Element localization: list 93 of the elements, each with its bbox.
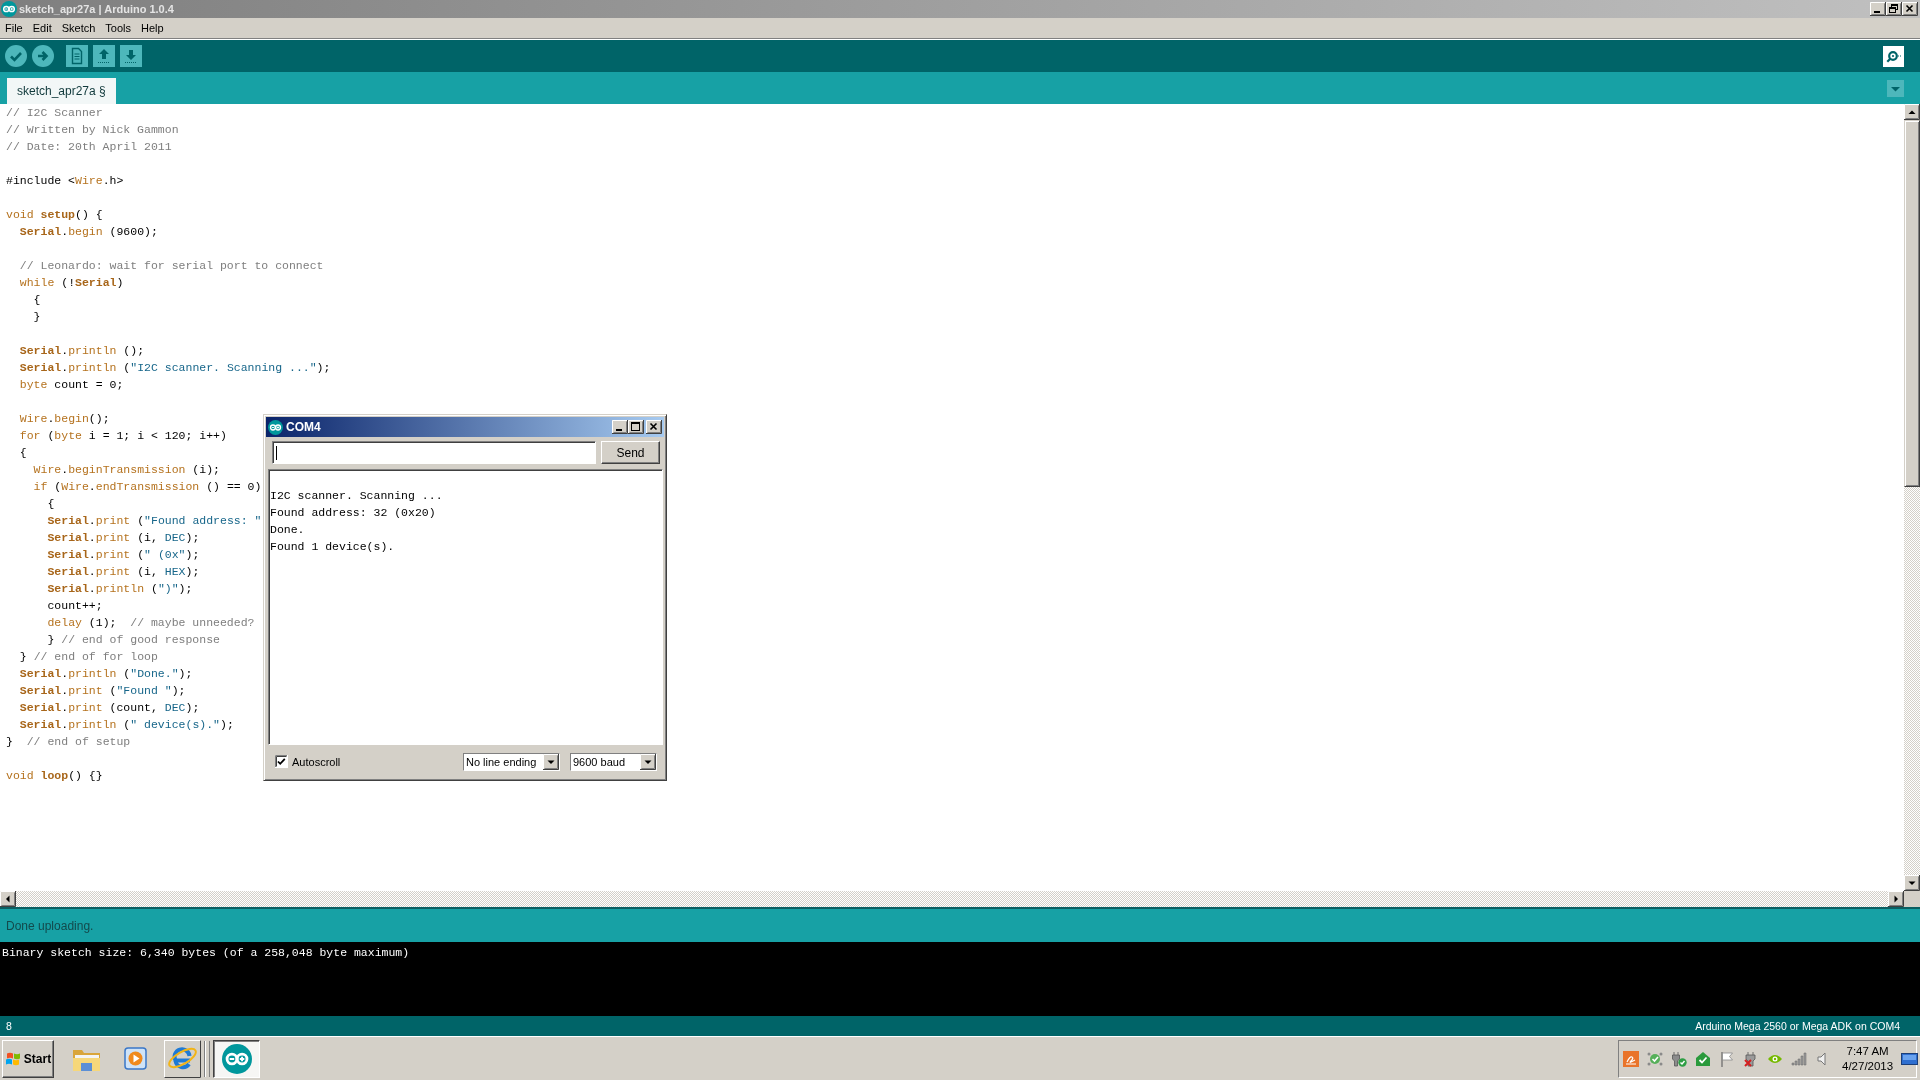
code-line: if (Wire.endTransmission () == 0) xyxy=(33,479,262,495)
code-line: count++; xyxy=(47,598,103,614)
clock-time[interactable]: 7:47 AM xyxy=(1846,1043,1889,1059)
code-line: { xyxy=(19,445,27,461)
line-number: 8 xyxy=(6,1020,12,1032)
scrollbar-thumb[interactable] xyxy=(1904,120,1920,487)
code-line: { xyxy=(33,292,41,308)
clock-date[interactable]: 4/27/2013 xyxy=(1842,1058,1894,1074)
infinity-logo-icon xyxy=(221,1043,252,1074)
window-title: COM4 xyxy=(286,420,321,434)
code-line: } xyxy=(33,309,41,325)
autoscroll-checkbox[interactable]: Autoscroll xyxy=(275,755,341,768)
close-icon[interactable] xyxy=(646,420,662,434)
dropdown-arrow-icon[interactable] xyxy=(640,753,656,770)
infinity-logo-icon xyxy=(1,1,17,17)
menu-item[interactable]: Tools xyxy=(100,20,137,36)
code-line: } // end of setup xyxy=(6,734,131,750)
scroll-right-icon[interactable] xyxy=(1888,891,1904,907)
plug-check-icon[interactable] xyxy=(1671,1050,1687,1067)
message-input[interactable] xyxy=(272,441,596,464)
line-ending-dropdown[interactable]: No line ending xyxy=(463,752,560,771)
network-check-icon[interactable] xyxy=(1647,1050,1663,1067)
code-line: // Date: 20th April 2011 xyxy=(6,139,172,155)
menu-item[interactable]: Help xyxy=(136,20,169,36)
code-line: Serial.print ("Found "); xyxy=(19,683,186,699)
sketch-tab[interactable]: sketch_apr27a § xyxy=(7,78,116,104)
code-line: { xyxy=(47,496,55,512)
send-button[interactable]: Send xyxy=(601,441,660,464)
code-line: Serial.print (i, HEX); xyxy=(47,564,200,580)
status-message: Done uploading. xyxy=(6,918,94,933)
serial-output-line: I2C scanner. Scanning ... xyxy=(270,488,443,504)
letter-e-icon[interactable] xyxy=(164,1039,201,1078)
menu-item[interactable]: Edit xyxy=(27,20,57,36)
check-circle-icon[interactable] xyxy=(5,45,27,67)
menu-item[interactable]: File xyxy=(0,20,28,36)
scroll-left-icon[interactable] xyxy=(0,891,16,907)
restore-icon[interactable] xyxy=(1886,2,1902,16)
right-arrow-circle-icon[interactable] xyxy=(32,45,54,67)
menu-item[interactable]: Sketch xyxy=(56,20,101,36)
document-icon[interactable] xyxy=(66,45,88,67)
board-info: Arduino Mega 2560 or Mega ADK on COM4 xyxy=(1695,1020,1900,1032)
code-line: // I2C Scanner xyxy=(6,105,103,121)
flag-icon[interactable] xyxy=(1719,1050,1735,1067)
code-line: #include <Wire.h> xyxy=(6,173,124,189)
code-line: Serial.println (); xyxy=(19,343,145,359)
code-line: } // end of for loop xyxy=(19,649,158,665)
infinity-logo-icon xyxy=(268,419,283,435)
code-line: delay (1); // maybe unneeded? xyxy=(47,615,255,631)
code-line: // Written by Nick Gammon xyxy=(6,122,179,138)
serial-output-line: Found 1 device(s). xyxy=(270,539,395,555)
code-line: void loop() {} xyxy=(6,768,103,784)
app-tile-icon[interactable] xyxy=(1623,1050,1639,1067)
code-line: Serial.print (i, DEC); xyxy=(47,530,200,546)
code-line: Serial.println ("Done."); xyxy=(19,666,193,682)
tick-box-icon[interactable] xyxy=(275,755,288,768)
code-line: while (!Serial) xyxy=(19,275,124,291)
taskbar-button[interactable] xyxy=(213,1039,260,1078)
maximize-icon[interactable] xyxy=(628,420,644,434)
code-line: for (byte i = 1; i < 120; i++) xyxy=(19,428,227,444)
code-line: Serial.println ("I2C scanner. Scanning ..."); xyxy=(19,360,331,376)
code-line: byte count = 0; xyxy=(19,377,124,393)
dropdown-arrow-icon[interactable] xyxy=(543,753,559,770)
minimize-icon[interactable] xyxy=(612,420,628,434)
plug-x-icon[interactable] xyxy=(1743,1050,1759,1067)
minimize-icon[interactable] xyxy=(1870,2,1886,16)
flag-icon xyxy=(4,1050,23,1067)
start-button[interactable]: Start xyxy=(2,1039,54,1078)
code-line: Serial.print (count, DEC); xyxy=(19,700,200,716)
code-line: Wire.beginTransmission (i); xyxy=(33,462,220,478)
code-line: Wire.begin(); xyxy=(19,411,110,427)
code-line: Serial.println (")"); xyxy=(47,581,193,597)
vertical-scrollbar[interactable] xyxy=(1904,104,1920,891)
magnifier-icon[interactable] xyxy=(1883,45,1904,67)
scroll-up-icon[interactable] xyxy=(1904,104,1920,120)
code-line: Serial.print (" (0x"); xyxy=(47,547,200,563)
serial-output-line: Found address: 32 (0x20) xyxy=(270,505,436,521)
taskbar-grip xyxy=(204,1040,210,1077)
code-line: Serial.begin (9600); xyxy=(19,224,158,240)
house-check-icon[interactable] xyxy=(1695,1050,1711,1067)
scroll-down-icon[interactable] xyxy=(1904,875,1920,891)
baud-rate-dropdown[interactable]: 9600 baud xyxy=(570,752,657,771)
monitor-icon[interactable] xyxy=(1901,1050,1919,1067)
code-line: Serial.print ("Found address: " xyxy=(47,513,262,529)
code-line: } // end of good response xyxy=(47,632,220,648)
window-title: sketch_apr27a | Arduino 1.0.4 xyxy=(19,3,174,15)
code-line: Serial.println (" device(s)."); xyxy=(19,717,234,733)
serial-output-line: Done. xyxy=(270,522,305,538)
code-line: void setup() { xyxy=(6,207,103,223)
horizontal-scrollbar[interactable] xyxy=(0,891,1904,907)
close-icon[interactable] xyxy=(1902,2,1918,16)
console-line: Binary sketch size: 6,340 bytes (of a 258,048 byte maximum) xyxy=(2,945,410,961)
code-line: // Leonardo: wait for serial port to connect xyxy=(19,258,324,274)
scrollbar-corner xyxy=(1904,891,1920,907)
